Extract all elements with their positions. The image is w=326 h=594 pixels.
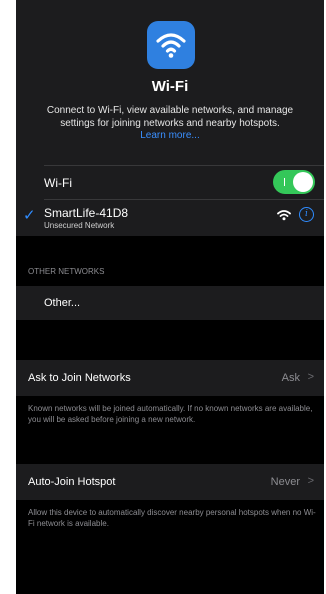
divider — [44, 199, 324, 200]
toggle-knob — [293, 172, 313, 192]
auto-join-hotspot-label: Auto-Join Hotspot — [28, 476, 116, 488]
wifi-settings-screen: Wi-Fi Connect to Wi-Fi, view available n… — [16, 0, 324, 594]
wifi-signal-icon — [277, 208, 291, 226]
ask-to-join-footnote: Known networks will be joined automatica… — [28, 404, 313, 424]
ask-to-join-value: Ask — [281, 372, 300, 384]
checkmark-icon: ✓ — [23, 207, 36, 224]
toggle-on-indicator — [284, 178, 285, 186]
ask-to-join-label: Ask to Join Networks — [28, 372, 131, 384]
auto-join-hotspot-value: Never — [270, 476, 300, 488]
wifi-description: Connect to Wi-Fi, view available network… — [46, 105, 294, 129]
learn-more-link[interactable]: Learn more... — [16, 130, 324, 141]
chevron-right-icon: > — [307, 371, 314, 383]
other-networks-header: OTHER NETWORKS — [28, 267, 105, 276]
current-network-name[interactable]: SmartLife-41D8 — [44, 206, 128, 220]
other-network-label: Other... — [44, 297, 81, 309]
chevron-right-icon: > — [307, 475, 314, 487]
ask-to-join-row[interactable]: Ask to Join Networks Ask > — [16, 360, 324, 396]
page-title: Wi-Fi — [151, 78, 189, 95]
divider — [44, 165, 324, 166]
wifi-icon — [147, 21, 195, 69]
auto-join-footnote: Allow this device to automatically disco… — [28, 508, 316, 528]
auto-join-hotspot-row[interactable]: Auto-Join Hotspot Never > — [16, 464, 324, 500]
wifi-toggle[interactable] — [273, 170, 315, 194]
current-network-security: Unsecured Network — [44, 221, 115, 230]
wifi-header-card: Wi-Fi Connect to Wi-Fi, view available n… — [16, 0, 324, 236]
wifi-toggle-label: Wi-Fi — [44, 176, 72, 190]
info-icon[interactable]: i — [299, 207, 314, 222]
other-network-row[interactable]: Other... — [16, 286, 324, 320]
